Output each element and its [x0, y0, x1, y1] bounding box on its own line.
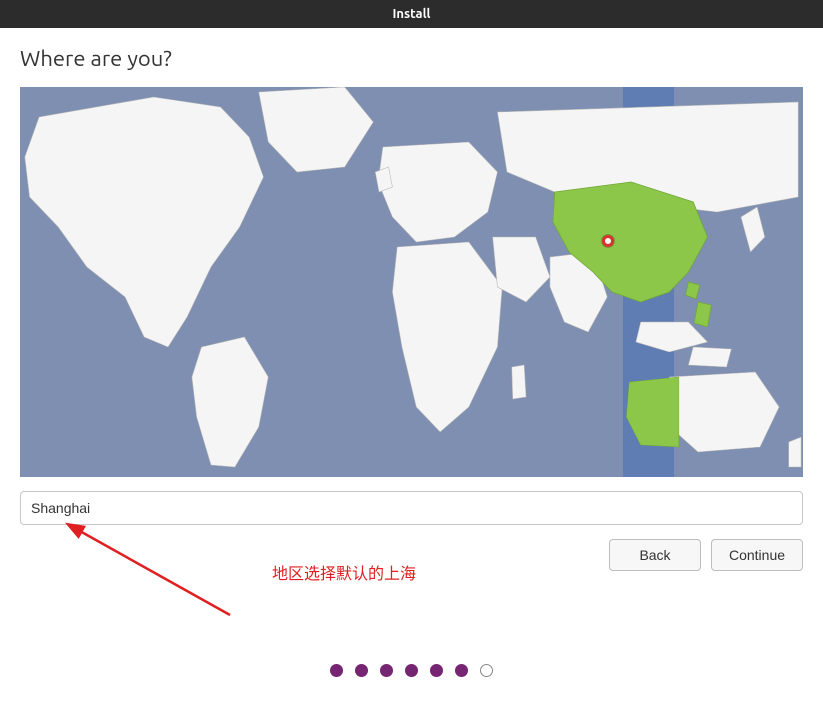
page-title: Where are you? — [20, 46, 803, 71]
progress-dot — [355, 664, 368, 677]
world-map-svg — [20, 87, 803, 477]
window-title: Install — [393, 7, 431, 21]
location-input[interactable] — [20, 491, 803, 525]
timezone-map[interactable] — [20, 87, 803, 477]
progress-dot-current — [480, 664, 493, 677]
progress-dots — [0, 664, 823, 677]
window-titlebar: Install — [0, 0, 823, 28]
location-marker-icon — [602, 235, 614, 247]
continue-button[interactable]: Continue — [711, 539, 803, 571]
progress-dot — [405, 664, 418, 677]
back-button[interactable]: Back — [609, 539, 701, 571]
progress-dot — [430, 664, 443, 677]
annotation-text: 地区选择默认的上海 — [272, 560, 416, 584]
progress-dot — [330, 664, 343, 677]
progress-dot — [455, 664, 468, 677]
progress-dot — [380, 664, 393, 677]
